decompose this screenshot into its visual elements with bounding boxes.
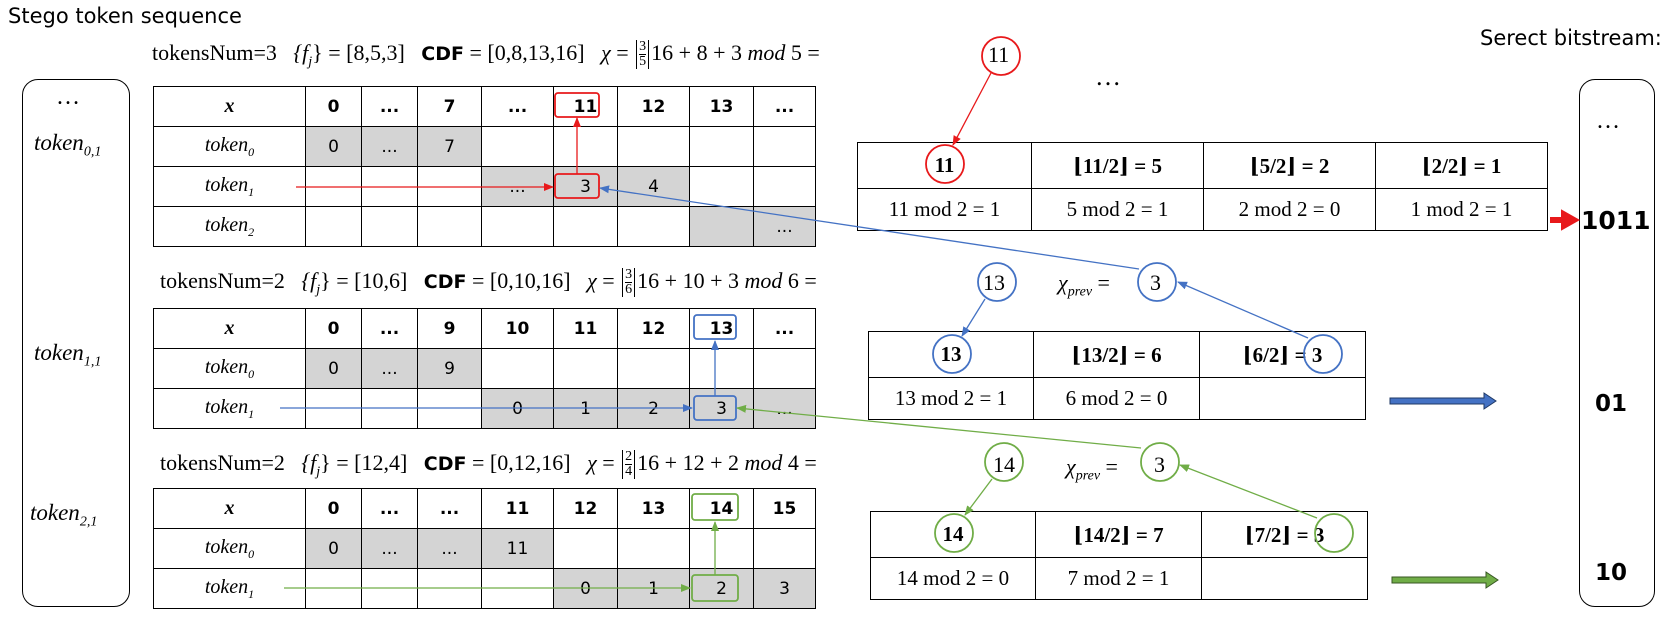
green-circle-prev bbox=[1140, 442, 1180, 482]
red-arrow-down bbox=[952, 72, 992, 146]
blue-box-cell bbox=[693, 395, 737, 421]
blue-circle-result bbox=[977, 262, 1017, 302]
red-box-x bbox=[554, 92, 600, 118]
green-arrow-down bbox=[964, 478, 993, 516]
blue-box-x bbox=[693, 314, 737, 340]
green-circle-last bbox=[1314, 513, 1354, 553]
blue-arrow-down bbox=[961, 298, 986, 337]
blue-circle-bits bbox=[932, 334, 972, 374]
blue-arrow-to-prev bbox=[1177, 281, 1309, 339]
red-output-arrow bbox=[1550, 209, 1581, 231]
annotation-overlay bbox=[280, 36, 1581, 602]
blue-output-arrow bbox=[1389, 392, 1497, 410]
green-arrow-to-table2 bbox=[736, 404, 1142, 449]
green-circle-result bbox=[984, 442, 1024, 482]
green-circle-bits bbox=[934, 513, 974, 553]
red-circle-result bbox=[981, 36, 1021, 76]
green-arrow-to-prev bbox=[1179, 464, 1318, 519]
green-output-arrow bbox=[1391, 571, 1499, 589]
blue-circle-last bbox=[1303, 334, 1343, 374]
green-box-x bbox=[691, 493, 739, 521]
green-box-cell bbox=[691, 574, 739, 602]
blue-circle-prev bbox=[1137, 262, 1177, 302]
blue-arrow-to-table1 bbox=[599, 185, 1140, 270]
diagram-canvas: { "title": "Stego token sequence", "righ… bbox=[0, 0, 1678, 621]
red-circle-bits bbox=[925, 144, 965, 184]
red-box-cell bbox=[554, 173, 600, 199]
